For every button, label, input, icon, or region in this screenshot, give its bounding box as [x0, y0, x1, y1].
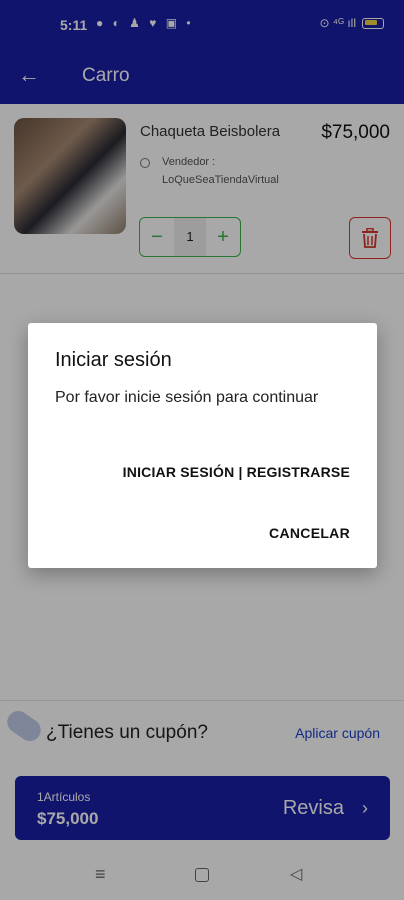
- cancel-button[interactable]: CANCELAR: [269, 525, 350, 541]
- login-dialog: Iniciar sesión Por favor inicie sesión p…: [28, 323, 377, 568]
- dialog-title: Iniciar sesión: [55, 349, 172, 371]
- dialog-message: Por favor inicie sesión para continuar: [55, 389, 319, 406]
- login-register-button[interactable]: INICIAR SESIÓN | REGISTRARSE: [123, 464, 350, 480]
